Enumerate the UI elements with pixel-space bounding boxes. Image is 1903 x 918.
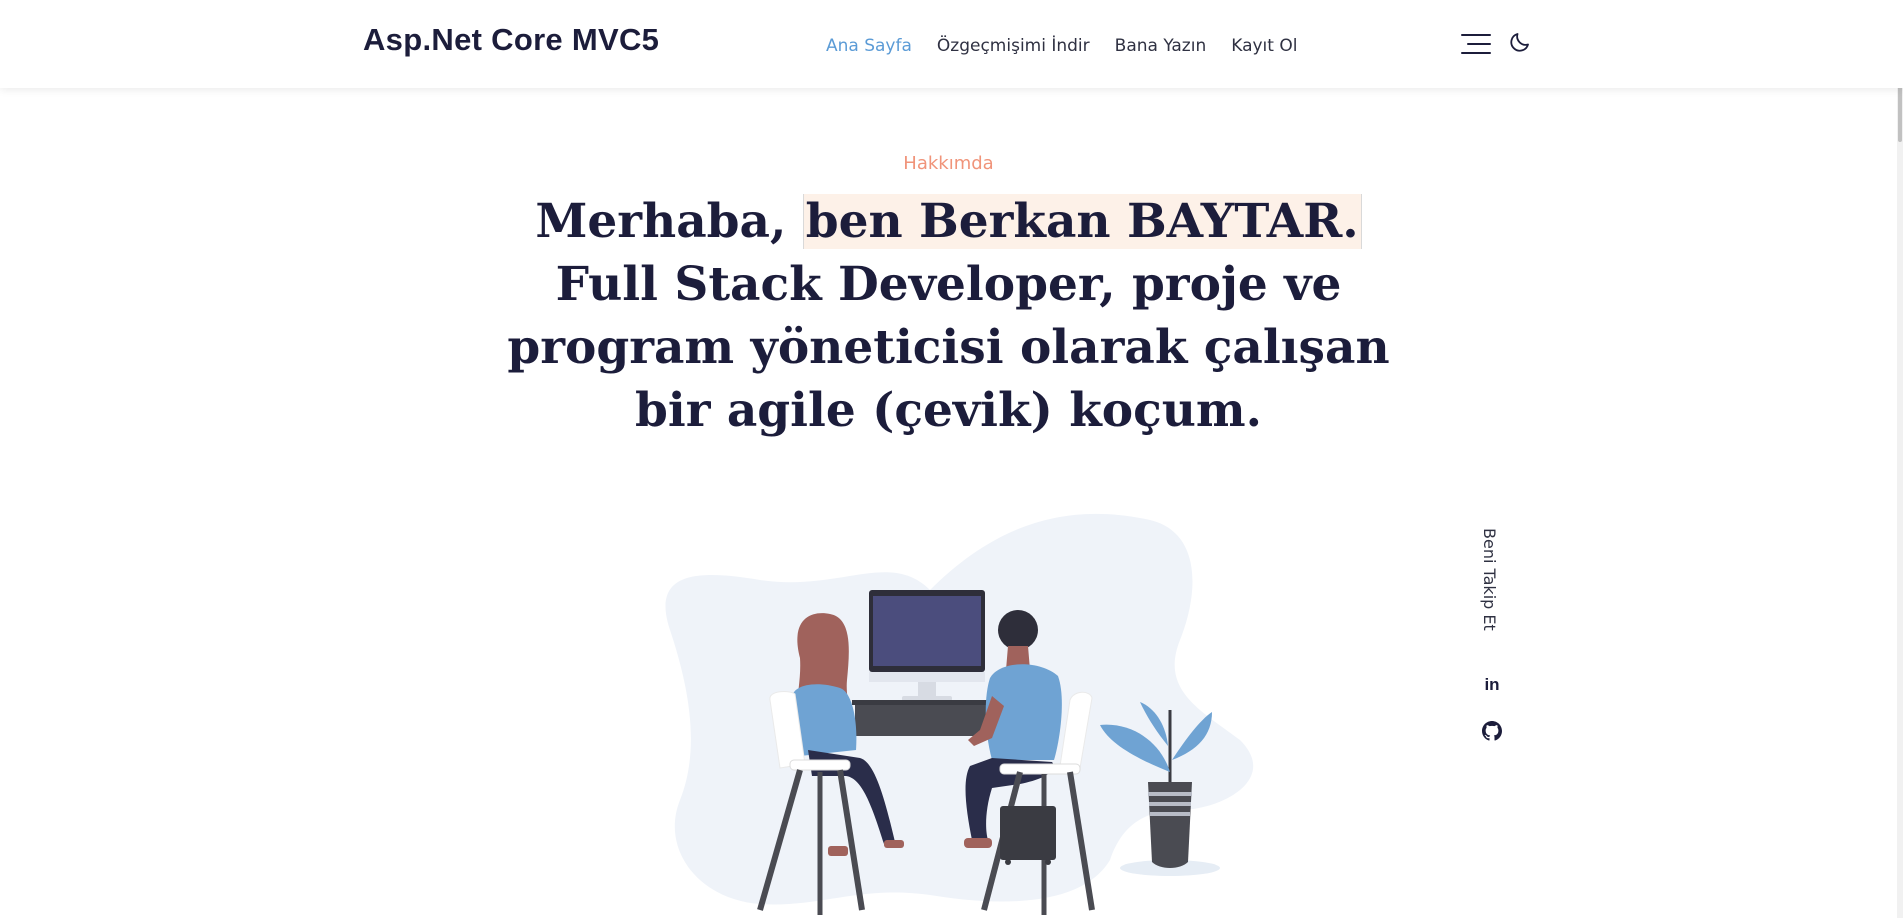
menu-icon[interactable] — [1460, 32, 1492, 56]
nav-item-home[interactable]: Ana Sayfa — [826, 36, 912, 56]
follow-me-label: Beni Takip Et — [1480, 528, 1499, 631]
nav-item-download-cv[interactable]: Özgeçmişimi İndir — [937, 36, 1090, 56]
desk-top — [852, 700, 1008, 705]
moon-icon[interactable] — [1508, 30, 1532, 54]
woman-shoe-2 — [828, 846, 848, 856]
chair-left-cushion — [789, 759, 851, 771]
man-head — [998, 610, 1038, 650]
brand-logo[interactable]: Asp.Net Core MVC5 — [363, 22, 659, 58]
headline-rest: Full Stack Developer, proje ve program y… — [507, 257, 1390, 438]
pc-wheel-1 — [1005, 859, 1011, 865]
pc-wheel-2 — [1045, 859, 1051, 865]
pc-tower — [1000, 806, 1056, 860]
monitor-chin — [869, 672, 985, 682]
linkedin-icon[interactable]: in — [1482, 675, 1502, 695]
man-shoe — [964, 838, 992, 848]
section-eyebrow: Hakkımda — [903, 153, 994, 174]
nav-item-register[interactable]: Kayıt Ol — [1231, 36, 1297, 56]
plant-pot-stripe-3 — [1150, 812, 1190, 816]
nav-item-contact[interactable]: Bana Yazın — [1115, 36, 1207, 56]
headline-prefix: Merhaba, — [535, 194, 803, 249]
main-nav: Ana Sayfa Özgeçmişimi İndir Bana Yazın K… — [826, 36, 1322, 56]
headline-highlight: ben Berkan BAYTAR. — [802, 194, 1362, 249]
plant-pot-stripe-2 — [1149, 802, 1191, 806]
woman-shoe — [884, 840, 904, 848]
plant-pot-stripe-1 — [1148, 792, 1192, 796]
site-header: Asp.Net Core MVC5 Ana Sayfa Özgeçmişimi … — [0, 0, 1903, 88]
follow-me-label-wrapper: Beni Takip Et — [1480, 528, 1504, 648]
team-at-computer-illustration — [665, 513, 1254, 915]
github-icon[interactable] — [1482, 721, 1502, 741]
hero-headline: Merhaba, ben Berkan BAYTAR. Full Stack De… — [500, 190, 1397, 442]
monitor-stand — [918, 682, 936, 696]
monitor-screen — [873, 596, 981, 666]
